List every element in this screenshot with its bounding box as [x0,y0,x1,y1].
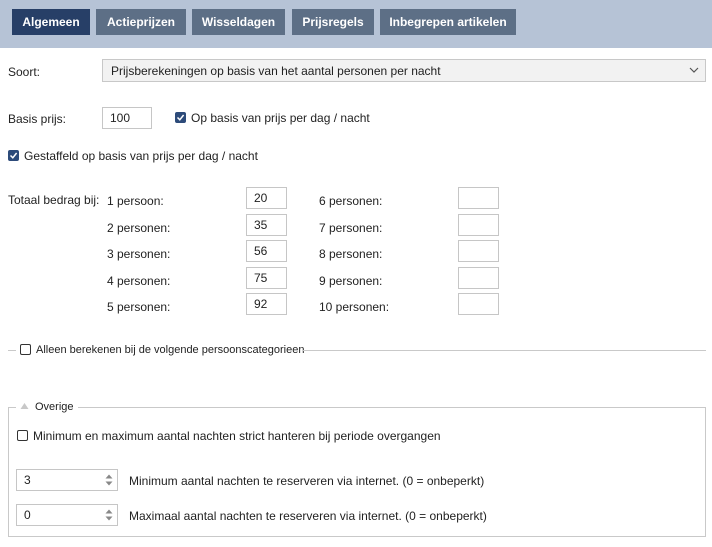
persons-1-input[interactable]: 20 [246,187,287,209]
soort-select[interactable]: Prijsberekeningen op basis van het aanta… [102,59,706,82]
chevron-down-icon [689,67,699,73]
tab-algemeen[interactable]: Algemeen [12,9,90,35]
persons-4-input[interactable]: 75 [246,267,287,289]
tab-prijsregels[interactable]: Prijsregels [292,9,374,35]
persons-10-input[interactable] [458,293,499,315]
prijs-per-dag-checkbox[interactable] [175,112,186,123]
spinner-arrows-icon[interactable] [105,508,113,522]
tab-bar: Algemeen Actieprijzen Wisseldagen Prijsr… [0,0,712,48]
persons-5-input[interactable]: 92 [246,293,287,315]
strict-nachten-label: Minimum en maximum aantal nachten strict… [33,429,441,443]
soort-label: Soort: [8,65,41,79]
strict-nachten-checkbox[interactable] [17,430,28,441]
persons-8-label: 8 personen: [319,247,383,261]
persons-7-label: 7 personen: [319,221,383,235]
gestaffeld-checkbox[interactable] [8,150,19,161]
min-nachten-value: 3 [24,473,31,487]
persons-7-input[interactable] [458,214,499,236]
overige-border-left [8,407,9,537]
fieldset-divider [8,350,16,351]
persons-2-label: 2 personen: [107,221,171,235]
persons-6-label: 6 personen: [319,194,383,208]
persons-1-label: 1 persoon: [107,194,164,208]
persons-4-label: 4 personen: [107,274,171,288]
basis-prijs-label: Basis prijs: [8,112,67,126]
check-icon [9,152,18,159]
fieldset-divider [303,350,706,351]
alleen-berekenen-label: Alleen berekenen bij de volgende persoon… [36,344,305,356]
min-nachten-label: Minimum aantal nachten te reserveren via… [129,474,485,488]
persons-9-label: 9 personen: [319,274,383,288]
gestaffeld-label: Gestaffeld op basis van prijs per dag / … [24,149,258,163]
prijs-per-dag-label: Op basis van prijs per dag / nacht [191,111,370,125]
alleen-berekenen-checkbox[interactable] [20,344,31,355]
tab-actieprijzen[interactable]: Actieprijzen [96,9,186,35]
tab-inbegrepen-artikelen[interactable]: Inbegrepen artikelen [380,9,516,35]
persons-8-input[interactable] [458,240,499,262]
check-icon [176,114,185,121]
min-nachten-input[interactable]: 3 [16,469,118,491]
persons-3-label: 3 personen: [107,247,171,261]
persons-5-label: 5 personen: [107,300,171,314]
persons-3-input[interactable]: 56 [246,240,287,262]
tab-wisseldagen[interactable]: Wisseldagen [192,9,285,35]
persons-10-label: 10 personen: [319,300,390,314]
triangle-up-icon[interactable] [20,402,29,410]
max-nachten-input[interactable]: 0 [16,504,118,526]
overige-border-top [78,407,706,408]
persons-6-input[interactable] [458,187,499,209]
soort-select-value: Prijsberekeningen op basis van het aanta… [111,64,441,78]
persons-2-input[interactable]: 35 [246,214,287,236]
spinner-arrows-icon[interactable] [105,473,113,487]
overige-border-top [8,407,16,408]
overige-border-bottom [8,536,706,537]
overige-legend: Overige [35,401,74,413]
totaal-bedrag-label: Totaal bedrag bij: [8,193,100,207]
persons-9-input[interactable] [458,267,499,289]
max-nachten-label: Maximaal aantal nachten te reserveren vi… [129,509,487,523]
overige-border-right [705,407,706,537]
basis-prijs-input[interactable]: 100 [102,107,152,129]
max-nachten-value: 0 [24,508,31,522]
